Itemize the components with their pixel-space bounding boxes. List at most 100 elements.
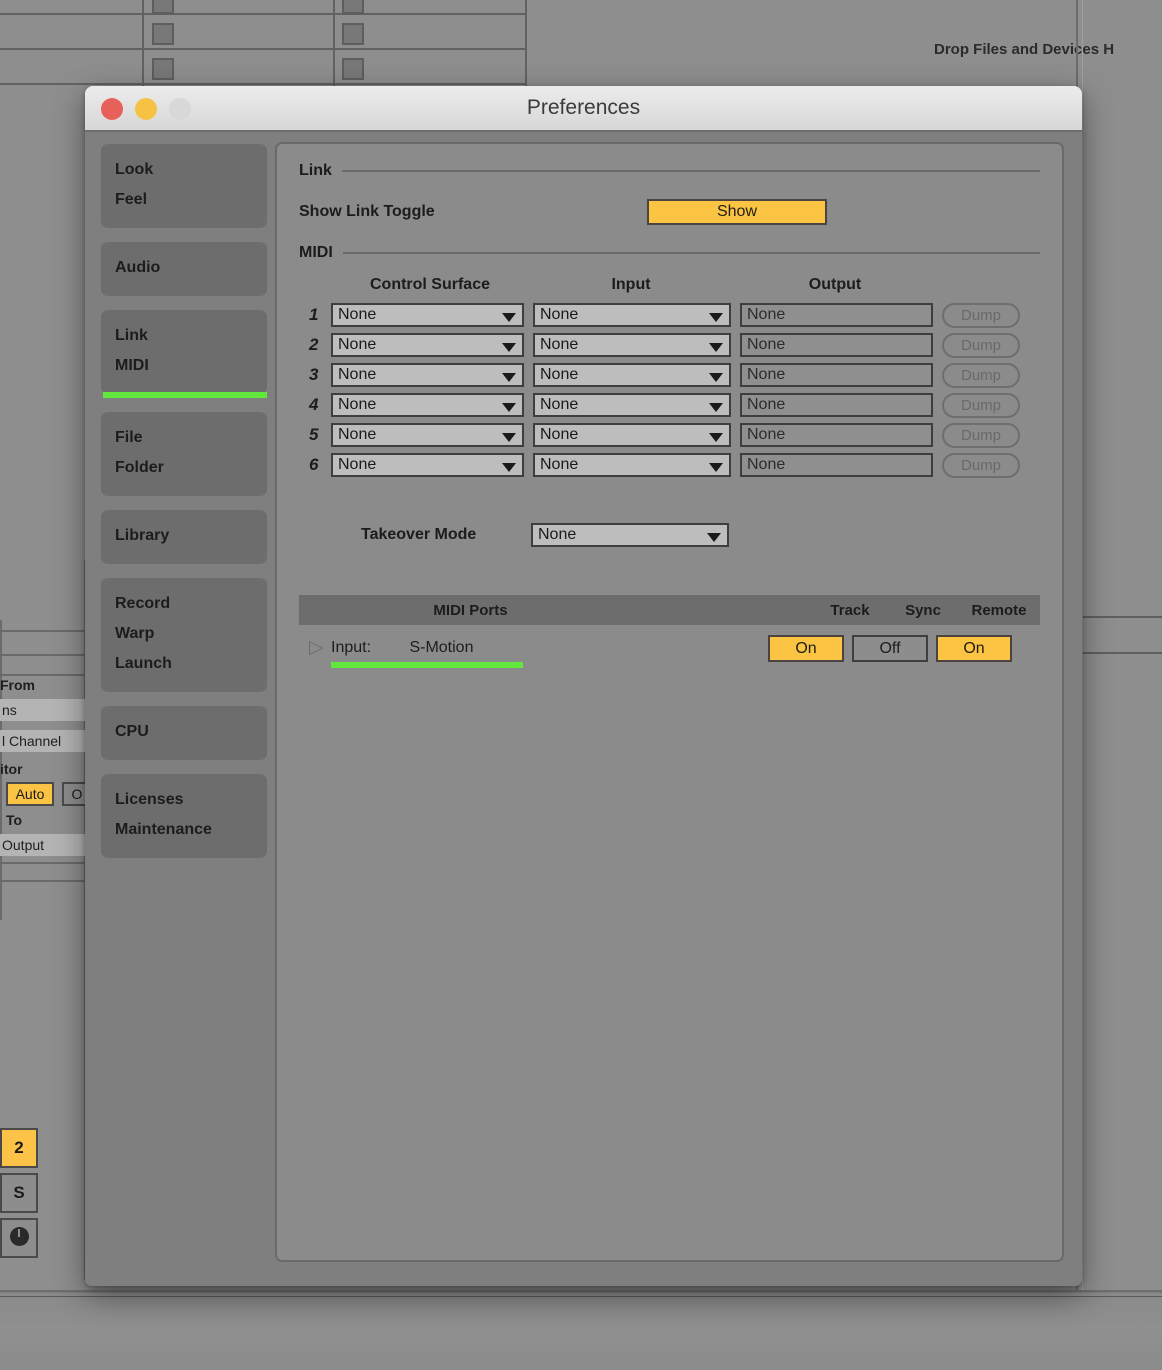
midi-output-value: None (747, 336, 786, 353)
io-output-chooser[interactable]: Output (0, 834, 86, 856)
control-surface-dropdown[interactable]: None (331, 303, 524, 327)
sidebar-group-file-folder[interactable]: File Folder (101, 412, 267, 496)
midi-output-dropdown: None (740, 423, 933, 447)
window-title: Preferences (526, 96, 641, 119)
clip-slot[interactable] (152, 0, 174, 14)
sidebar-item-file[interactable]: File (101, 423, 267, 453)
clip-slot[interactable] (152, 23, 174, 45)
sidebar-item-cpu[interactable]: CPU (101, 717, 267, 747)
sidebar-item-record[interactable]: Record (101, 589, 267, 619)
midi-table-column-headers: Control Surface Input Output (299, 276, 1040, 294)
takeover-mode-value: None (538, 526, 577, 543)
show-link-toggle-button[interactable]: Show (647, 199, 827, 225)
midi-input-dropdown[interactable]: None (533, 393, 731, 417)
chevron-down-icon (502, 403, 516, 412)
midi-output-dropdown: None (740, 333, 933, 357)
midi-output-dropdown: None (740, 393, 933, 417)
clip-slot[interactable] (342, 58, 364, 80)
io-input-channel-chooser[interactable]: l Channel (0, 730, 86, 752)
chevron-down-icon (502, 313, 516, 322)
control-surface-dropdown[interactable]: None (331, 363, 524, 387)
control-surface-dropdown[interactable]: None (331, 333, 524, 357)
sidebar-item-folder[interactable]: Folder (101, 453, 267, 483)
control-surface-dropdown[interactable]: None (331, 453, 524, 477)
sidebar-item-look[interactable]: Look (101, 155, 267, 185)
sidebar-group-link-midi[interactable]: Link MIDI (101, 310, 267, 398)
sidebar-group-record-warp-launch[interactable]: Record Warp Launch (101, 578, 267, 692)
midi-input-dropdown[interactable]: None (533, 363, 731, 387)
dump-button: Dump (942, 302, 1020, 328)
sidebar-item-library[interactable]: Library (101, 521, 267, 551)
track-number-button[interactable]: 2 (0, 1128, 38, 1168)
dump-button: Dump (942, 332, 1020, 358)
io-monitor-label: itor (0, 761, 23, 777)
column-header-track: Track (830, 601, 870, 619)
chevron-down-icon (502, 373, 516, 382)
midi-output-dropdown: None (740, 453, 933, 477)
remote-toggle-button[interactable]: On (936, 634, 1012, 662)
midi-input-value: None (540, 366, 579, 383)
sidebar-item-licenses[interactable]: Licenses (101, 785, 267, 815)
control-surface-dropdown[interactable]: None (331, 423, 524, 447)
midi-output-value: None (747, 306, 786, 323)
bg-track-line (1083, 652, 1162, 654)
chevron-down-icon (707, 533, 721, 542)
chevron-down-icon (709, 403, 723, 412)
sidebar-item-warp[interactable]: Warp (101, 619, 267, 649)
chevron-down-icon (502, 343, 516, 352)
midi-output-value: None (747, 366, 786, 383)
midi-input-dropdown[interactable]: None (533, 423, 731, 447)
link-section-title: Link (299, 162, 332, 179)
clip-slot[interactable] (342, 0, 364, 14)
midi-input-dropdown[interactable]: None (533, 303, 731, 327)
browser-divider-highlight (1082, 0, 1083, 1296)
chevron-down-icon (709, 343, 723, 352)
io-input-type-chooser[interactable]: ns (0, 699, 86, 721)
clip-slot[interactable] (152, 58, 174, 80)
sidebar-group-cpu[interactable]: CPU (101, 706, 267, 760)
section-rule (342, 252, 1040, 254)
bg-track-line (1083, 616, 1162, 618)
dump-button: Dump (942, 392, 1020, 418)
row-index: 2 (309, 335, 319, 354)
row-index: 3 (309, 365, 319, 384)
midi-output-value: None (747, 456, 786, 473)
monitor-auto-button[interactable]: Auto (6, 782, 54, 806)
track-toggle-button[interactable]: On (768, 634, 844, 662)
control-surface-value: None (338, 426, 377, 443)
midi-input-dropdown[interactable]: None (533, 333, 731, 357)
track-solo-button[interactable]: S (0, 1173, 38, 1213)
sidebar-group-licenses-maintenance[interactable]: Licenses Maintenance (101, 774, 267, 858)
column-header-sync: Sync (905, 601, 941, 619)
row-index: 5 (309, 425, 319, 444)
sidebar-item-audio[interactable]: Audio (101, 253, 267, 283)
takeover-mode-label: Takeover Mode (361, 526, 477, 543)
sync-toggle-button[interactable]: Off (852, 634, 928, 662)
window-titlebar[interactable]: Preferences (85, 86, 1082, 132)
track-arm-button[interactable] (0, 1218, 38, 1258)
sidebar-group-audio[interactable]: Audio (101, 242, 267, 296)
table-row: 4 None None None Dump (299, 390, 1040, 420)
control-surface-dropdown[interactable]: None (331, 393, 524, 417)
midi-port-device: S-Motion (409, 639, 474, 656)
track-io-panel: From ns l Channel itor Auto O To Output (0, 630, 92, 890)
sidebar-item-maintenance[interactable]: Maintenance (101, 815, 267, 845)
sidebar-item-link[interactable]: Link (101, 321, 267, 351)
midi-input-value: None (540, 426, 579, 443)
control-surface-value: None (338, 306, 377, 323)
dump-button: Dump (942, 452, 1020, 478)
table-row: 5 None None None Dump (299, 420, 1040, 450)
midi-input-value: None (540, 396, 579, 413)
disclosure-triangle-icon[interactable] (309, 636, 324, 659)
sidebar-item-launch[interactable]: Launch (101, 649, 267, 679)
sidebar-group-look-feel[interactable]: Look Feel (101, 144, 267, 228)
midi-input-dropdown[interactable]: None (533, 453, 731, 477)
sidebar-group-library[interactable]: Library (101, 510, 267, 564)
midi-port-name: Input: S-Motion (331, 639, 751, 668)
clip-slot[interactable] (342, 23, 364, 45)
dump-button: Dump (942, 362, 1020, 388)
sidebar-item-midi[interactable]: MIDI (101, 351, 267, 381)
sidebar-item-feel[interactable]: Feel (101, 185, 267, 215)
takeover-mode-dropdown[interactable]: None (531, 523, 729, 547)
midi-input-value: None (540, 456, 579, 473)
